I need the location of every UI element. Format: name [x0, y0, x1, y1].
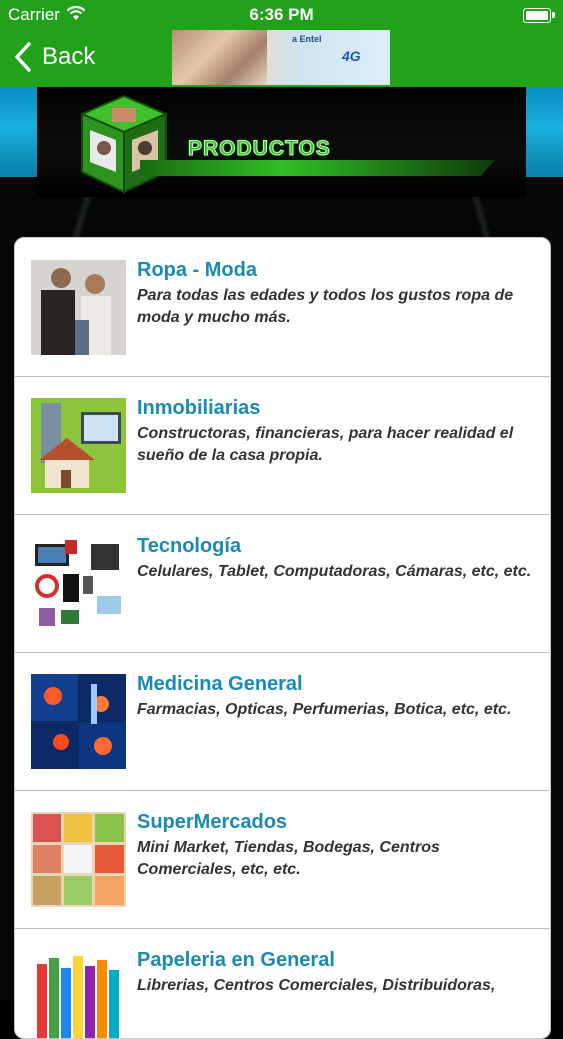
title-bar	[140, 160, 495, 176]
back-label: Back	[42, 43, 96, 70]
cube-logo-icon	[79, 94, 169, 194]
page-title: PRODUCTOS	[188, 137, 331, 161]
list-item[interactable]: Papeleria en General Librerias, Centros …	[15, 928, 550, 1038]
navigation-bar: Carrier 6:36 PM Back a Entel 4G	[0, 0, 563, 87]
ad-photo	[172, 30, 267, 85]
stationery-photo-icon	[31, 950, 126, 1038]
ad-headline: a Entel	[292, 34, 322, 44]
list-item[interactable]: Medicina General Farmacias, Opticas, Per…	[15, 652, 550, 791]
clock: 6:36 PM	[249, 5, 314, 24]
category-title: Medicina General	[137, 673, 303, 695]
back-button[interactable]: Back	[14, 40, 95, 74]
category-title: Inmobiliarias	[137, 397, 261, 419]
category-title: SuperMercados	[137, 811, 288, 833]
list-item[interactable]: Tecnología Celulares, Tablet, Computador…	[15, 514, 550, 653]
chevron-left-icon	[15, 42, 31, 72]
category-title: Papeleria en General	[137, 949, 335, 971]
ad-4g-logo: 4G	[342, 48, 361, 64]
list-item[interactable]: Ropa - Moda Para todas las edades y todo…	[15, 238, 550, 377]
ad-banner[interactable]: a Entel 4G	[172, 30, 390, 85]
category-description: Farmacias, Opticas, Perfumerias, Botica,…	[137, 701, 512, 718]
category-list: Ropa - Moda Para todas las edades y todo…	[14, 237, 551, 1039]
category-description: Celulares, Tablet, Computadoras, Cámaras…	[137, 563, 532, 580]
category-title: Tecnología	[137, 535, 242, 557]
house-photo-icon	[31, 398, 126, 493]
category-description: Para todas las edades y todos los gustos…	[137, 287, 514, 326]
food-photo-icon	[31, 812, 126, 907]
category-title: Ropa - Moda	[137, 259, 257, 281]
battery-icon	[523, 8, 555, 23]
status-bar: Carrier 6:36 PM	[0, 0, 563, 30]
fashion-photo-icon	[31, 260, 126, 355]
list-item[interactable]: SuperMercados Mini Market, Tiendas, Bode…	[15, 790, 550, 929]
category-description: Mini Market, Tiendas, Bodegas, Centros C…	[137, 839, 440, 878]
medical-photo-icon	[31, 674, 126, 769]
category-description: Constructoras, financieras, para hacer r…	[137, 425, 514, 464]
electronics-photo-icon	[31, 536, 126, 631]
category-description: Librerias, Centros Comerciales, Distribu…	[137, 977, 496, 994]
list-item[interactable]: Inmobiliarias Constructoras, financieras…	[15, 376, 550, 515]
